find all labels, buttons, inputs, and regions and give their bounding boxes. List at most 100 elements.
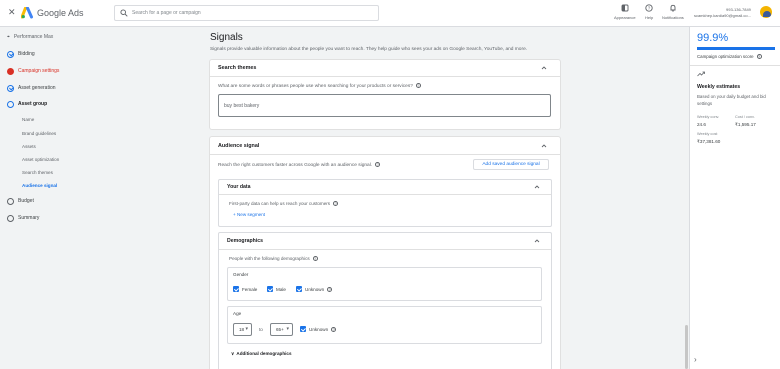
- new-segment-link[interactable]: + New segment: [233, 212, 265, 217]
- pin-icon: ⌖: [7, 34, 10, 40]
- help-icon: ?: [645, 4, 653, 12]
- appearance-button[interactable]: Appearance: [614, 4, 636, 20]
- google-ads-logo: [21, 7, 33, 19]
- checkbox-checked-icon: [233, 286, 239, 292]
- your-data-text: First-party data can help us reach your …: [229, 201, 339, 207]
- sidebar-item-summary[interactable]: Summary: [7, 213, 39, 223]
- help-button[interactable]: ? Help: [645, 4, 653, 20]
- close-icon[interactable]: ✕: [8, 8, 17, 17]
- checkbox-checked-icon: [296, 286, 302, 292]
- info-icon[interactable]: ?: [331, 326, 337, 332]
- optimization-score-label: Campaign optimization score?: [697, 54, 762, 60]
- weekly-estimates-description: Based on your daily budget and bid setti…: [697, 94, 766, 106]
- page-title: Signals: [210, 32, 243, 43]
- your-data-title: Your data: [227, 184, 251, 190]
- sidebar-subitem-search-themes[interactable]: Search themes: [22, 170, 53, 175]
- check-circle-icon: [7, 84, 14, 92]
- gender-male-checkbox[interactable]: Male: [267, 286, 286, 292]
- chevron-down-icon: ∨: [231, 351, 235, 356]
- current-step-icon: [7, 100, 14, 108]
- notifications-icon: [670, 4, 676, 12]
- info-icon[interactable]: ?: [312, 256, 318, 262]
- sidebar-subitem-assets[interactable]: Assets: [22, 144, 36, 149]
- age-to-label: to: [259, 327, 263, 332]
- optimization-score: 99.9%: [697, 32, 729, 44]
- age-to-select[interactable]: 65+: [270, 323, 293, 336]
- left-nav: ⌖ Performance Max Bidding Campaign settin…: [0, 27, 84, 369]
- search-theme-input[interactable]: buy best bakery: [218, 94, 551, 117]
- avatar[interactable]: [760, 6, 772, 18]
- chevron-right-icon[interactable]: ›: [694, 355, 697, 364]
- sidebar-item-budget[interactable]: Budget: [7, 196, 34, 206]
- error-icon: [7, 67, 14, 75]
- search-input[interactable]: Search for a page or campaign: [114, 5, 379, 21]
- audience-signal-title: Audience signal: [218, 143, 260, 149]
- check-circle-icon: [7, 50, 14, 58]
- weekly-conversions-value: 24.6: [697, 122, 706, 127]
- appearance-icon: [621, 4, 629, 12]
- weekly-conversions-label: Weekly conv.: [697, 115, 720, 119]
- sidebar-item-campaign-settings[interactable]: Campaign settings: [7, 66, 59, 76]
- gender-female-checkbox[interactable]: Female: [233, 286, 257, 292]
- search-placeholder: Search for a page or campaign: [132, 10, 201, 16]
- gender-box: Gender Female Male Unknown?: [227, 267, 542, 301]
- weekly-cost-label: Weekly cost: [697, 132, 718, 136]
- demographics-title: Demographics: [227, 238, 264, 244]
- info-icon[interactable]: ?: [333, 201, 339, 207]
- info-icon[interactable]: ?: [756, 54, 762, 60]
- campaign-type[interactable]: ⌖ Performance Max: [7, 34, 53, 40]
- your-data-panel: Your data First-party data can help us r…: [218, 179, 552, 227]
- svg-text:?: ?: [648, 6, 651, 11]
- checkbox-checked-icon: [300, 326, 306, 332]
- info-icon[interactable]: ?: [415, 83, 421, 88]
- age-unknown-checkbox[interactable]: Unknown?: [300, 326, 337, 332]
- audience-signal-card: Audience signal Reach the right customer…: [210, 137, 560, 369]
- age-box: Age 18 to 65+ Unknown?: [227, 306, 542, 344]
- age-label: Age: [233, 311, 242, 316]
- chevron-up-icon[interactable]: [541, 65, 547, 71]
- sidebar-subitem-asset-optimization[interactable]: Asset optimization: [22, 157, 59, 162]
- demographics-text: People with the following demographics?: [229, 256, 318, 262]
- notifications-button[interactable]: Notifications: [662, 4, 684, 20]
- divider: [210, 154, 560, 155]
- divider: [219, 194, 551, 195]
- gender-unknown-checkbox[interactable]: Unknown?: [296, 286, 333, 292]
- cost-per-conversion-label: Cost / conv.: [735, 115, 755, 119]
- sidebar-subitem-brand-guidelines[interactable]: Brand guidelines: [22, 131, 56, 136]
- age-from-select[interactable]: 18: [233, 323, 252, 336]
- sidebar-item-asset-generation[interactable]: Asset generation: [7, 83, 56, 93]
- main-content: Signals Signals provide valuable informa…: [84, 27, 688, 369]
- sidebar-item-asset-group[interactable]: Asset group: [7, 99, 47, 109]
- chevron-up-icon[interactable]: [534, 238, 540, 244]
- search-icon: [120, 9, 128, 17]
- gender-label: Gender: [233, 272, 249, 277]
- info-icon[interactable]: ?: [375, 162, 381, 167]
- add-saved-audience-signal-button[interactable]: Add saved audience signal: [473, 159, 549, 170]
- account-info[interactable]: 993-136-7849 scamkhep.kardia90@gmail.co.…: [694, 7, 751, 18]
- sidebar-subitem-audience-signal[interactable]: Audience signal: [22, 183, 57, 188]
- chevron-up-icon[interactable]: [534, 184, 540, 190]
- top-bar: ✕ Google Ads Search for a page or campai…: [0, 0, 780, 27]
- app-name: Google Ads: [37, 8, 84, 18]
- cost-per-conversion-value: ₹1,595.17: [735, 122, 756, 127]
- checkbox-checked-icon: [267, 286, 273, 292]
- search-themes-card: Search themes What are some words or phr…: [210, 60, 560, 129]
- empty-circle-icon: [7, 214, 14, 222]
- trending-up-icon: [697, 71, 705, 77]
- weekly-cost-value: ₹37,381.60: [697, 139, 721, 144]
- divider: [219, 249, 551, 250]
- search-themes-question: What are some words or phrases people us…: [218, 83, 421, 89]
- demographics-panel: Demographics People with the following d…: [218, 232, 552, 369]
- optimization-score-bar: [697, 47, 775, 50]
- account-email: scamkhep.kardia90@gmail.co...: [693, 13, 751, 18]
- search-themes-title: Search themes: [218, 65, 257, 71]
- page-description: Signals provide valuable information abo…: [210, 47, 528, 52]
- sidebar-item-bidding[interactable]: Bidding: [7, 49, 35, 59]
- chevron-up-icon[interactable]: [541, 143, 547, 149]
- divider: [210, 76, 560, 77]
- sidebar-subitem-name[interactable]: Name: [22, 117, 34, 122]
- divider: [690, 65, 780, 66]
- scrollbar[interactable]: [685, 325, 688, 369]
- additional-demographics-toggle[interactable]: ∨ Additional demographics: [231, 351, 292, 357]
- info-icon[interactable]: ?: [327, 286, 333, 292]
